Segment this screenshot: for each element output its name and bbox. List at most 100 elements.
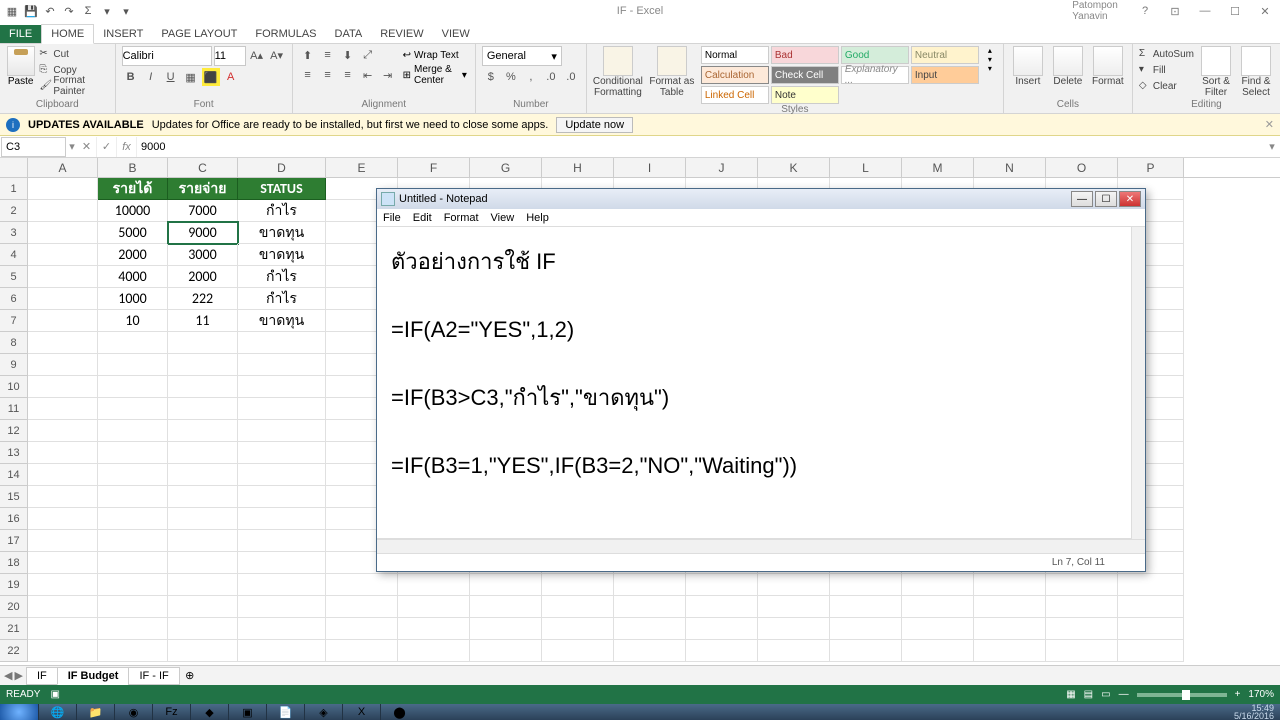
- cell-N22[interactable]: [974, 640, 1046, 662]
- cell-G20[interactable]: [470, 596, 542, 618]
- row-header-8[interactable]: 8: [0, 332, 28, 354]
- cell-C20[interactable]: [168, 596, 238, 618]
- undo-icon[interactable]: ↶: [42, 3, 58, 19]
- style-input[interactable]: Input: [911, 66, 979, 84]
- ribbon-options-icon[interactable]: ⊡: [1160, 0, 1190, 22]
- cell-C2[interactable]: 7000: [168, 200, 238, 222]
- cell-B9[interactable]: [98, 354, 168, 376]
- sheet-tab-if-budget[interactable]: IF Budget: [57, 667, 130, 685]
- style-calculation[interactable]: Calculation: [701, 66, 769, 84]
- cell-C7[interactable]: 11: [168, 310, 238, 332]
- conditional-formatting-button[interactable]: Conditional Formatting: [593, 46, 643, 98]
- col-header-N[interactable]: N: [974, 158, 1046, 177]
- cell-A17[interactable]: [28, 530, 98, 552]
- style-linked-cell[interactable]: Linked Cell: [701, 86, 769, 104]
- align-left-icon[interactable]: ≡: [299, 66, 317, 84]
- cell-A21[interactable]: [28, 618, 98, 640]
- col-header-P[interactable]: P: [1118, 158, 1184, 177]
- indent-dec-icon[interactable]: ⇤: [359, 66, 377, 84]
- row-header-7[interactable]: 7: [0, 310, 28, 332]
- notepad-textarea[interactable]: ตัวอย่างการใช้ IF =IF(A2="YES",1,2) =IF(…: [377, 227, 1145, 539]
- row-header-10[interactable]: 10: [0, 376, 28, 398]
- orientation-icon[interactable]: ⤢: [359, 46, 377, 64]
- row-header-14[interactable]: 14: [0, 464, 28, 486]
- cell-J22[interactable]: [686, 640, 758, 662]
- cell-D21[interactable]: [238, 618, 326, 640]
- autosum-button[interactable]: ΣAutoSum: [1139, 46, 1194, 62]
- col-header-J[interactable]: J: [686, 158, 758, 177]
- cut-button[interactable]: ✂Cut: [39, 46, 108, 62]
- sheet-tab-if[interactable]: IF: [26, 667, 58, 685]
- cell-B13[interactable]: [98, 442, 168, 464]
- cell-D11[interactable]: [238, 398, 326, 420]
- tab-page-layout[interactable]: PAGE LAYOUT: [152, 25, 246, 43]
- wrap-text-button[interactable]: ↩Wrap Text: [401, 46, 469, 64]
- cell-P22[interactable]: [1118, 640, 1184, 662]
- col-header-F[interactable]: F: [398, 158, 470, 177]
- cell-D12[interactable]: [238, 420, 326, 442]
- row-header-19[interactable]: 19: [0, 574, 28, 596]
- cell-D4[interactable]: ขาดทุน: [238, 244, 326, 266]
- sheet-nav-prev-icon[interactable]: ◀: [4, 669, 12, 682]
- bold-button[interactable]: B: [122, 68, 140, 86]
- align-right-icon[interactable]: ≡: [339, 66, 357, 84]
- row-header-18[interactable]: 18: [0, 552, 28, 574]
- col-header-K[interactable]: K: [758, 158, 830, 177]
- np-menu-file[interactable]: File: [383, 212, 401, 224]
- cell-I22[interactable]: [614, 640, 686, 662]
- tab-home[interactable]: HOME: [41, 24, 94, 44]
- cell-A10[interactable]: [28, 376, 98, 398]
- cell-E20[interactable]: [326, 596, 398, 618]
- font-name-input[interactable]: [122, 46, 212, 66]
- taskbar-explorer-icon[interactable]: 📁: [76, 704, 114, 720]
- cell-D19[interactable]: [238, 574, 326, 596]
- sheet-nav-next-icon[interactable]: ▶: [14, 669, 22, 682]
- cell-C22[interactable]: [168, 640, 238, 662]
- open-icon[interactable]: ▾: [118, 3, 134, 19]
- cell-D13[interactable]: [238, 442, 326, 464]
- insert-cells-button[interactable]: Insert: [1010, 46, 1046, 87]
- style-note[interactable]: Note: [771, 86, 839, 104]
- percent-icon[interactable]: %: [502, 68, 520, 86]
- grow-font-icon[interactable]: A▴: [248, 46, 266, 64]
- cell-C13[interactable]: [168, 442, 238, 464]
- cell-B6[interactable]: 1000: [98, 288, 168, 310]
- np-menu-view[interactable]: View: [491, 212, 515, 224]
- name-box[interactable]: C3: [1, 137, 66, 157]
- cell-H19[interactable]: [542, 574, 614, 596]
- row-header-1[interactable]: 1: [0, 178, 28, 200]
- delete-cells-button[interactable]: Delete: [1050, 46, 1086, 87]
- np-menu-format[interactable]: Format: [444, 212, 479, 224]
- cell-C4[interactable]: 3000: [168, 244, 238, 266]
- namebox-chevron-icon[interactable]: ▾: [67, 140, 77, 153]
- cell-B1[interactable]: รายได้: [98, 178, 168, 200]
- notepad-window[interactable]: Untitled - Notepad — ☐ ✕ File Edit Forma…: [376, 188, 1146, 572]
- cell-B21[interactable]: [98, 618, 168, 640]
- col-header-M[interactable]: M: [902, 158, 974, 177]
- cell-J20[interactable]: [686, 596, 758, 618]
- zoom-level[interactable]: 170%: [1248, 689, 1274, 700]
- cell-A3[interactable]: [28, 222, 98, 244]
- cell-A13[interactable]: [28, 442, 98, 464]
- paste-button[interactable]: Paste: [6, 46, 35, 87]
- cell-B5[interactable]: 4000: [98, 266, 168, 288]
- merge-center-button[interactable]: ⊞Merge & Center ▾: [401, 66, 469, 84]
- format-as-table-button[interactable]: Format as Table: [647, 46, 697, 98]
- cell-L21[interactable]: [830, 618, 902, 640]
- cell-D9[interactable]: [238, 354, 326, 376]
- cell-C18[interactable]: [168, 552, 238, 574]
- cell-A15[interactable]: [28, 486, 98, 508]
- col-header-C[interactable]: C: [168, 158, 238, 177]
- cell-G21[interactable]: [470, 618, 542, 640]
- cell-N20[interactable]: [974, 596, 1046, 618]
- cell-styles-gallery[interactable]: NormalBadGoodNeutralCalculationCheck Cel…: [701, 46, 979, 104]
- border-button[interactable]: ▦: [182, 68, 200, 86]
- select-all-button[interactable]: [0, 158, 28, 178]
- cell-D5[interactable]: กำไร: [238, 266, 326, 288]
- taskbar-app5-icon[interactable]: ◆: [190, 704, 228, 720]
- cell-A22[interactable]: [28, 640, 98, 662]
- cell-D16[interactable]: [238, 508, 326, 530]
- cell-J21[interactable]: [686, 618, 758, 640]
- styles-more-icon[interactable]: ▾: [983, 64, 997, 73]
- zoom-slider[interactable]: [1137, 693, 1227, 697]
